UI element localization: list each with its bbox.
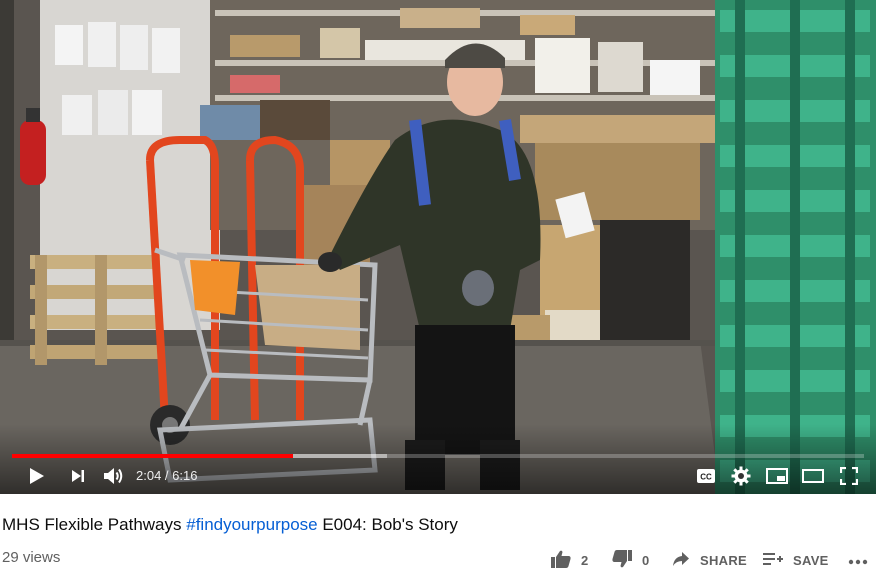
hashtag-link[interactable]: #findyourpurpose (186, 515, 317, 534)
time-display: 2:04 / 6:16 (136, 468, 198, 483)
like-count: 2 (581, 552, 589, 568)
like-button[interactable]: 2 (551, 549, 589, 571)
dislike-button[interactable]: 0 (612, 549, 650, 571)
video-title: MHS Flexible Pathways #findyourpurpose E… (2, 514, 458, 536)
save-label: SAVE (793, 552, 829, 568)
play-button[interactable] (22, 462, 50, 490)
settings-button[interactable] (727, 462, 755, 490)
theater-button[interactable] (799, 462, 827, 490)
next-button[interactable] (64, 462, 92, 490)
cc-icon: CC (696, 468, 716, 484)
video-player[interactable]: 2:04 / 6:16 CC (0, 0, 876, 494)
more-actions-button[interactable] (848, 549, 876, 571)
share-icon (672, 551, 700, 570)
view-count: 29 views (2, 549, 61, 566)
more-icon (848, 553, 876, 568)
next-icon (69, 467, 87, 485)
gear-icon (731, 466, 751, 486)
dislike-count: 0 (642, 552, 650, 568)
miniplayer-icon (766, 468, 788, 484)
progress-played (12, 454, 294, 458)
fullscreen-icon (840, 467, 858, 485)
thumbs-down-icon (612, 549, 642, 571)
volume-button[interactable] (100, 462, 128, 490)
video-frame[interactable] (0, 0, 876, 494)
svg-text:CC: CC (700, 473, 712, 482)
play-icon (27, 467, 45, 485)
save-button[interactable]: SAVE (763, 549, 829, 571)
miniplayer-button[interactable] (763, 462, 791, 490)
progress-bar[interactable] (12, 454, 864, 458)
theater-icon (802, 469, 824, 483)
share-button[interactable]: SHARE (672, 549, 747, 571)
save-playlist-icon (763, 551, 793, 570)
captions-button[interactable]: CC (692, 462, 720, 490)
volume-icon (103, 466, 125, 486)
thumbs-up-icon (551, 550, 581, 571)
share-label: SHARE (700, 552, 748, 568)
title-text-suffix: E004: Bob's Story (317, 515, 458, 534)
fullscreen-button[interactable] (835, 462, 863, 490)
title-text-prefix: MHS Flexible Pathways (2, 515, 187, 534)
